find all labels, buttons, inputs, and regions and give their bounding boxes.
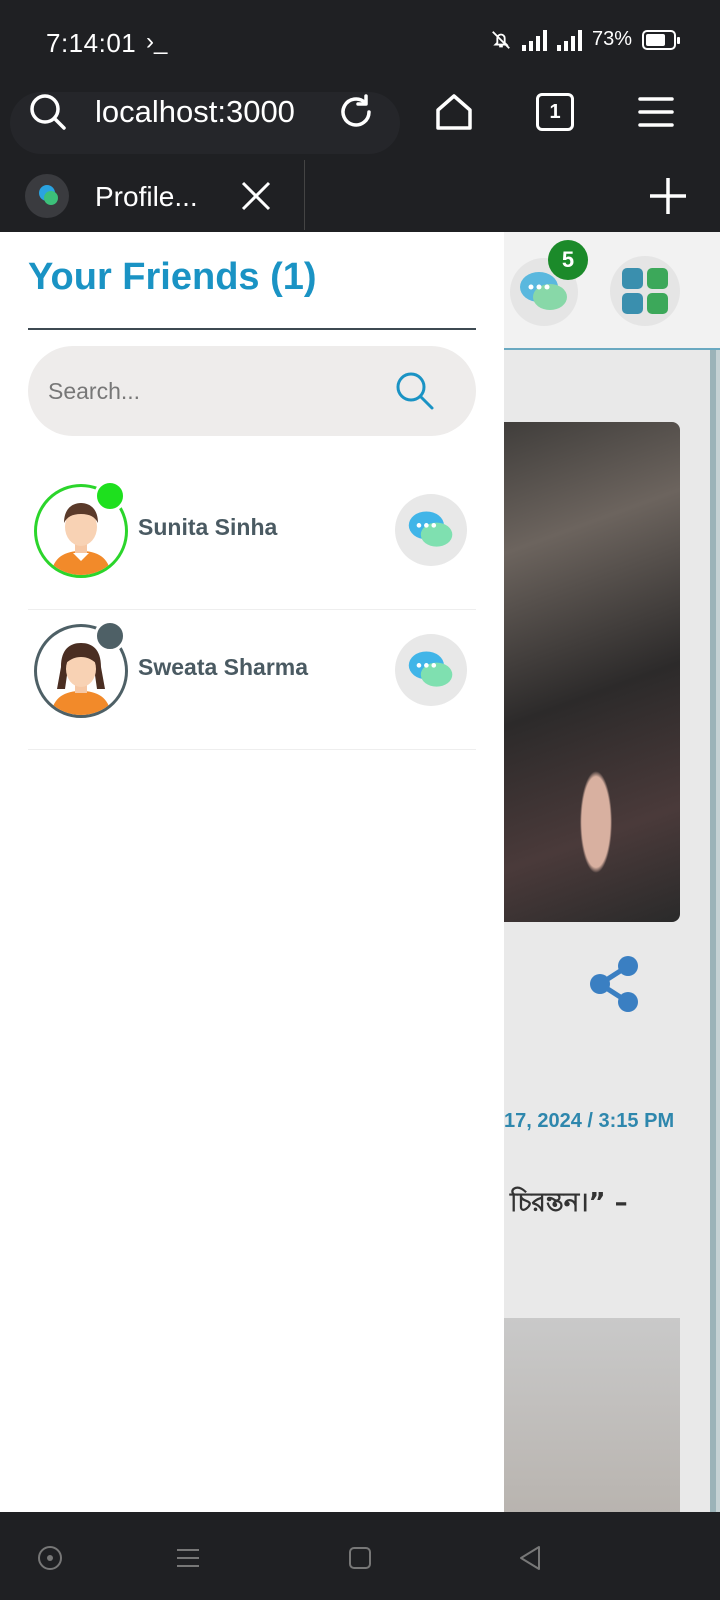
assistant-icon[interactable] [36, 1544, 64, 1572]
battery-percent: 73% [591, 28, 632, 50]
drawer-title: Your Friends (1) [28, 256, 317, 298]
friend-name[interactable]: Sweata Sharma [138, 654, 308, 681]
tab-title[interactable]: Profile... [95, 181, 198, 213]
signal-icon [556, 29, 582, 51]
signal-icon [521, 29, 547, 51]
message-button[interactable] [395, 494, 467, 566]
friend-search [28, 346, 476, 436]
notification-badge: 5 [548, 240, 588, 280]
status-bar: 7:14:01 ›_ 73% [0, 0, 720, 88]
terminal-icon: ›_ [146, 28, 168, 55]
status-time: 7:14:01 [46, 28, 137, 58]
chat-bubble-icon [408, 511, 453, 547]
apps-grid-icon [622, 268, 668, 314]
tab-switcher-button[interactable]: 1 [536, 93, 574, 131]
post-text: চিরন্তন।” – [510, 1188, 628, 1218]
share-icon[interactable] [586, 954, 642, 1014]
scrollbar[interactable] [710, 350, 716, 1512]
new-tab-icon[interactable] [648, 176, 688, 216]
mute-bell-icon [492, 30, 510, 49]
home-nav-icon[interactable] [346, 1544, 374, 1572]
friend-row[interactable]: Sunita Sinha [28, 470, 476, 610]
friend-name[interactable]: Sunita Sinha [138, 514, 277, 541]
status-indicators: 73% [490, 28, 680, 51]
battery-icon [642, 29, 680, 50]
url-text[interactable]: localhost:3000 [95, 94, 295, 130]
battery-level [646, 33, 665, 46]
menu-icon[interactable] [636, 92, 676, 132]
divider [28, 328, 476, 330]
site-favicon-icon [25, 174, 69, 218]
message-button[interactable] [395, 634, 467, 706]
tab-divider [304, 160, 305, 230]
online-status-dot [94, 480, 126, 512]
recents-icon[interactable] [174, 1544, 202, 1572]
search-input[interactable] [48, 346, 388, 436]
home-icon[interactable] [434, 92, 474, 132]
friends-drawer: Your Friends (1) Sunita Sinha Sweata Sha… [0, 232, 504, 1512]
search-icon[interactable] [394, 370, 436, 412]
friend-row[interactable]: Sweata Sharma [28, 610, 476, 750]
offline-status-dot [94, 620, 126, 652]
apps-button[interactable] [610, 256, 680, 326]
reload-icon[interactable] [336, 92, 376, 132]
post-date: 17, 2024 / 3:15 PM [504, 1110, 675, 1132]
chat-bubble-icon [408, 651, 453, 687]
close-icon[interactable] [238, 178, 274, 214]
search-icon[interactable] [28, 92, 68, 132]
back-icon[interactable] [516, 1544, 544, 1572]
